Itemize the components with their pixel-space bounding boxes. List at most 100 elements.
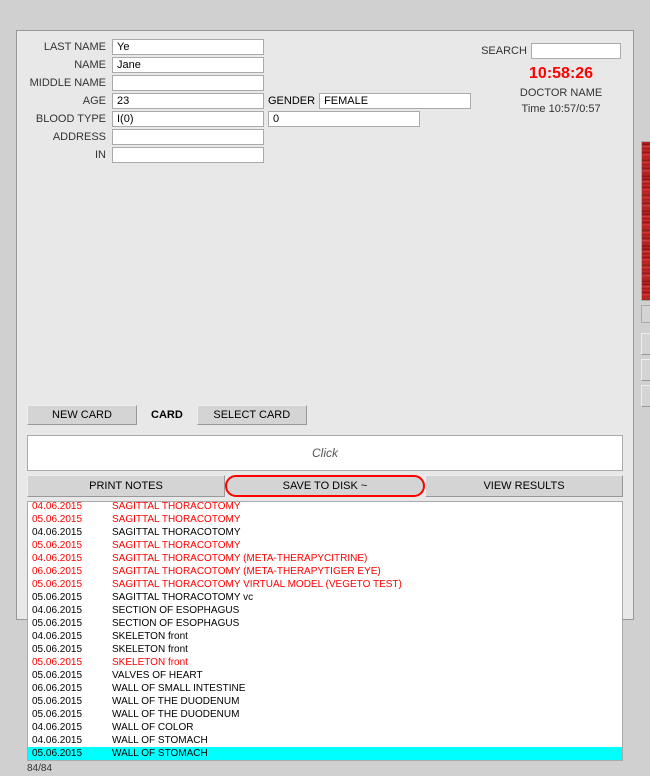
list-row-name: SAGITTAL THORACOTOMY (112, 540, 618, 551)
research-list[interactable]: DATE NAME OF RESEARCH 05.06.2015RACHIS, … (27, 501, 623, 761)
search-label: SEARCH (481, 45, 527, 57)
list-row-date: 05.06.2015 (32, 670, 112, 681)
list-row-name: SAGITTAL THORACOTOMY (112, 527, 618, 538)
last-name-input[interactable] (112, 39, 264, 55)
list-row[interactable]: 04.06.2015WALL OF COLOR (28, 721, 622, 734)
list-row[interactable]: 04.06.2015SAGITTAL THORACOTOMY (META-THE… (28, 552, 622, 565)
graphic-image (642, 142, 650, 300)
research-button[interactable]: RESEARCH (641, 333, 650, 355)
list-row-date: 04.06.2015 (32, 527, 112, 538)
print-notes-button[interactable]: PRINT NOTES (27, 475, 225, 497)
list-row-date: 05.06.2015 (32, 540, 112, 551)
list-row-date: 04.06.2015 (32, 631, 112, 642)
list-row-date: 05.06.2015 (32, 748, 112, 759)
list-row-name: SAGITTAL THORACOTOMY (META-THERAPYTIGER … (112, 566, 618, 577)
list-row-name: WALL OF STOMACH (112, 735, 618, 746)
list-row-name: SKELETON front (112, 631, 618, 642)
list-row-date: 05.06.2015 (32, 657, 112, 668)
list-row-name: SAGITTAL THORACOTOMY (112, 514, 618, 525)
graphic-image-box (641, 141, 650, 301)
list-row[interactable]: 05.06.2015SKELETON front (28, 656, 622, 669)
blood-type-input[interactable] (112, 111, 264, 127)
analysis-plus-button[interactable]: ANALYSIS + (641, 385, 650, 407)
list-row[interactable]: 04.06.2015SKELETON front (28, 630, 622, 643)
list-row-name: WALL OF THE DUODENUM (112, 696, 618, 707)
middle-name-input[interactable] (112, 75, 264, 91)
middle-name-label: MIDDLE NAME (27, 77, 112, 89)
patient-info-panel: LAST NAME NAME MIDDLE NAME AGE GENDER BL… (27, 39, 471, 399)
age-label: AGE (27, 95, 112, 107)
search-input[interactable] (531, 43, 621, 59)
in-label: IN (27, 149, 112, 161)
list-row-date: 05.06.2015 (32, 709, 112, 720)
in-input[interactable] (112, 147, 264, 163)
name-input[interactable] (112, 57, 264, 73)
right-panel: Graphic RESEARCH PRESENT ANALYSIS ANALYS… (641, 141, 650, 407)
click-text-area[interactable]: Click (27, 435, 623, 471)
list-row-date: 06.06.2015 (32, 566, 112, 577)
list-row-name: SKELETON front (112, 657, 618, 668)
list-row[interactable]: 05.06.2015SAGITTAL THORACOTOMY (28, 513, 622, 526)
last-name-label: LAST NAME (27, 41, 112, 53)
save-to-disk-button[interactable]: SAVE TO DISK ~ (225, 475, 425, 497)
click-text: Click (312, 446, 338, 460)
list-row-name: WALL OF THE DUODENUM (112, 709, 618, 720)
list-row-date: 06.06.2015 (32, 683, 112, 694)
list-row-name: VALVES OF HEART (112, 670, 618, 681)
list-row-name: SAGITTAL THORACOTOMY (112, 501, 618, 512)
list-count: 84/84 (17, 761, 633, 776)
select-card-button[interactable]: SELECT CARD (197, 405, 307, 425)
list-row-date: 05.06.2015 (32, 579, 112, 590)
list-row[interactable]: 05.06.2015SAGITTAL THORACOTOMY vc (28, 591, 622, 604)
list-row-name: SECTION OF ESOPHAGUS (112, 618, 618, 629)
list-row[interactable]: 04.06.2015SECTION OF ESOPHAGUS (28, 604, 622, 617)
list-row-date: 05.06.2015 (32, 618, 112, 629)
list-row-date: 05.06.2015 (32, 696, 112, 707)
list-row-date: 04.06.2015 (32, 553, 112, 564)
list-row[interactable]: 05.06.2015SECTION OF ESOPHAGUS (28, 617, 622, 630)
card-label: CARD (151, 405, 183, 425)
list-row-date: 04.06.2015 (32, 501, 112, 512)
list-row-date: 04.06.2015 (32, 735, 112, 746)
new-card-button[interactable]: NEW CARD (27, 405, 137, 425)
list-row[interactable]: 05.06.2015SAGITTAL THORACOTOMY VIRTUAL M… (28, 578, 622, 591)
list-row[interactable]: 06.06.2015WALL OF SMALL INTESTINE (28, 682, 622, 695)
list-row-name: SECTION OF ESOPHAGUS (112, 605, 618, 616)
list-row[interactable]: 04.06.2015WALL OF STOMACH (28, 734, 622, 747)
graphic-label: Graphic (641, 305, 650, 323)
list-row[interactable]: 05.06.2015SAGITTAL THORACOTOMY (28, 539, 622, 552)
list-row-date: 04.06.2015 (32, 722, 112, 733)
name-label: NAME (27, 59, 112, 71)
list-row-name: SAGITTAL THORACOTOMY VIRTUAL MODEL (VEGE… (112, 579, 618, 590)
list-row[interactable]: 04.06.2015SAGITTAL THORACOTOMY (28, 501, 622, 513)
list-row-date: 05.06.2015 (32, 592, 112, 603)
list-row-name: WALL OF COLOR (112, 722, 618, 733)
blood-type-num-input[interactable] (268, 111, 420, 127)
list-row[interactable]: 06.06.2015SAGITTAL THORACOTOMY (META-THE… (28, 565, 622, 578)
list-row-name: SAGITTAL THORACOTOMY (META-THERAPYCITRIN… (112, 553, 618, 564)
time-display: 10:58:26 (481, 65, 641, 83)
list-row[interactable]: 04.06.2015SAGITTAL THORACOTOMY (28, 526, 622, 539)
list-row-name: WALL OF SMALL INTESTINE (112, 683, 618, 694)
address-label: ADDRESS (27, 131, 112, 143)
right-action-buttons: RESEARCH PRESENT ANALYSIS ANALYSIS + (641, 333, 650, 407)
gender-label: GENDER (268, 95, 315, 107)
list-row[interactable]: 05.06.2015WALL OF THE DUODENUM (28, 708, 622, 721)
gender-input[interactable] (319, 93, 471, 109)
card-buttons-row: NEW CARD CARD SELECT CARD (17, 405, 633, 431)
list-row-date: 04.06.2015 (32, 605, 112, 616)
blood-type-label: BLOOD TYPE (27, 113, 112, 125)
list-row-name: WALL OF STOMACH (112, 748, 618, 759)
list-row-date: 05.06.2015 (32, 514, 112, 525)
middle-info-panel: SEARCH 10:58:26 DOCTOR NAME Time 10:57/0… (481, 39, 641, 399)
present-analysis-button[interactable]: PRESENT ANALYSIS (641, 359, 650, 381)
action-buttons-row: PRINT NOTES SAVE TO DISK ~ VIEW RESULTS (17, 475, 633, 501)
doctor-label: DOCTOR NAME (481, 87, 641, 99)
view-results-button[interactable]: VIEW RESULTS (425, 475, 623, 497)
age-input[interactable] (112, 93, 264, 109)
list-row-name: SAGITTAL THORACOTOMY vc (112, 592, 618, 603)
list-row[interactable]: 05.06.2015WALL OF THE DUODENUM (28, 695, 622, 708)
list-row[interactable]: 05.06.2015WALL OF STOMACH (28, 747, 622, 760)
address-input[interactable] (112, 129, 264, 145)
list-row[interactable]: 05.06.2015VALVES OF HEART (28, 669, 622, 682)
